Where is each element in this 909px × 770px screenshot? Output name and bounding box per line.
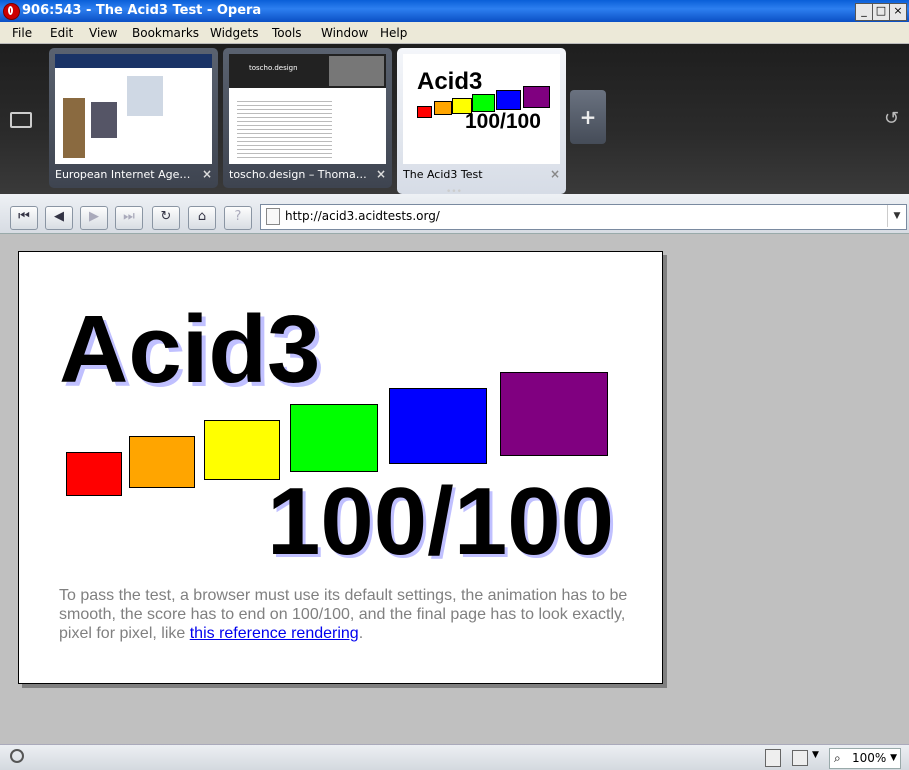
zoom-magnifier-icon: ⌕	[834, 751, 841, 765]
tab-thumbnail: Acid3 100/100	[403, 54, 560, 164]
thumb-acid3-title: Acid3	[417, 68, 483, 95]
zoom-level: 100%	[852, 751, 887, 765]
speed-dial-icon[interactable]	[10, 749, 24, 763]
tab-close-icon[interactable]: ×	[376, 167, 386, 181]
closed-tabs-trash-icon[interactable]: ↺	[884, 108, 899, 129]
reference-rendering-link[interactable]: this reference rendering	[190, 625, 359, 642]
menu-view[interactable]: View	[89, 26, 117, 40]
tab-thumbnail	[55, 54, 212, 164]
blue-box	[389, 388, 487, 464]
back-button[interactable]: ◀	[45, 206, 73, 230]
maximize-button[interactable]: □	[872, 3, 890, 21]
tab-european-internet-agency[interactable]: European Internet Agency... ×	[49, 48, 218, 188]
opera-logo-icon	[3, 3, 20, 20]
address-field[interactable]: http://acid3.acidtests.org/ ▼	[260, 204, 907, 230]
tab-title: The Acid3 Test	[403, 168, 483, 181]
rewind-button[interactable]: ⏮	[10, 206, 38, 230]
forward-button[interactable]: ▶	[80, 206, 108, 230]
chevron-down-icon[interactable]: ▼	[812, 750, 819, 760]
wand-button[interactable]: ?	[224, 206, 252, 230]
tab-close-icon[interactable]: ×	[202, 167, 212, 181]
tab-acid3-test[interactable]: Acid3 100/100 The Acid3 Test ×	[397, 48, 566, 194]
tab-close-icon[interactable]: ×	[550, 167, 560, 181]
status-bar: ▼ ⌕ 100% ▼	[0, 744, 909, 770]
green-box	[290, 404, 378, 472]
chevron-down-icon[interactable]: ▼	[887, 205, 906, 227]
menu-window[interactable]: Window	[321, 26, 368, 40]
menu-bar: File Edit View Bookmarks Widgets Tools W…	[0, 22, 909, 44]
new-tab-button[interactable]: +	[570, 90, 606, 144]
menu-help[interactable]: Help	[380, 26, 407, 40]
page-title: Acid3	[59, 296, 321, 403]
title-bar: 906:543 - The Acid3 Test - Opera _ □ ×	[0, 0, 909, 22]
panel-toggle-icon[interactable]	[10, 112, 32, 128]
tab-title: European Internet Agency...	[55, 168, 197, 181]
navigation-bar: ⏮ ◀ ▶ ⏭ ↻ ⌂ ? http://acid3.acidtests.org…	[0, 194, 909, 234]
zoom-control[interactable]: ⌕ 100% ▼	[829, 748, 901, 769]
score: 100/100	[267, 468, 615, 575]
tab-toscho-design[interactable]: toscho.design toscho.design – Thomas ...…	[223, 48, 392, 188]
view-mode-icon[interactable]	[765, 749, 781, 767]
menu-widgets[interactable]: Widgets	[210, 26, 259, 40]
tab-title: toscho.design – Thomas ...	[229, 168, 371, 181]
menu-edit[interactable]: Edit	[50, 26, 73, 40]
close-button[interactable]: ×	[889, 3, 907, 21]
menu-bookmarks[interactable]: Bookmarks	[132, 26, 199, 40]
thumb-heading: toscho.design	[249, 64, 298, 72]
menu-file[interactable]: File	[12, 26, 32, 40]
red-box	[66, 452, 122, 496]
page-icon	[266, 208, 280, 225]
home-button[interactable]: ⌂	[188, 206, 216, 230]
fast-forward-button[interactable]: ⏭	[115, 206, 143, 230]
image-toggle-icon[interactable]	[792, 750, 808, 766]
reload-button[interactable]: ↻	[152, 206, 180, 230]
thumb-acid3-score: 100/100	[465, 110, 541, 133]
minimize-button[interactable]: _	[855, 3, 873, 21]
address-url: http://acid3.acidtests.org/	[285, 209, 440, 223]
test-description: To pass the test, a browser must use its…	[59, 587, 628, 642]
menu-tools[interactable]: Tools	[272, 26, 302, 40]
tab-strip: European Internet Agency... × toscho.des…	[0, 44, 909, 197]
purple-box	[500, 372, 608, 456]
window-title: 906:543 - The Acid3 Test - Opera	[22, 3, 262, 18]
acid3-page: Acid3 100/100 To pass the test, a browse…	[18, 251, 663, 684]
orange-box	[129, 436, 195, 488]
tab-thumbnail: toscho.design	[229, 54, 386, 164]
chevron-down-icon[interactable]: ▼	[890, 749, 897, 768]
